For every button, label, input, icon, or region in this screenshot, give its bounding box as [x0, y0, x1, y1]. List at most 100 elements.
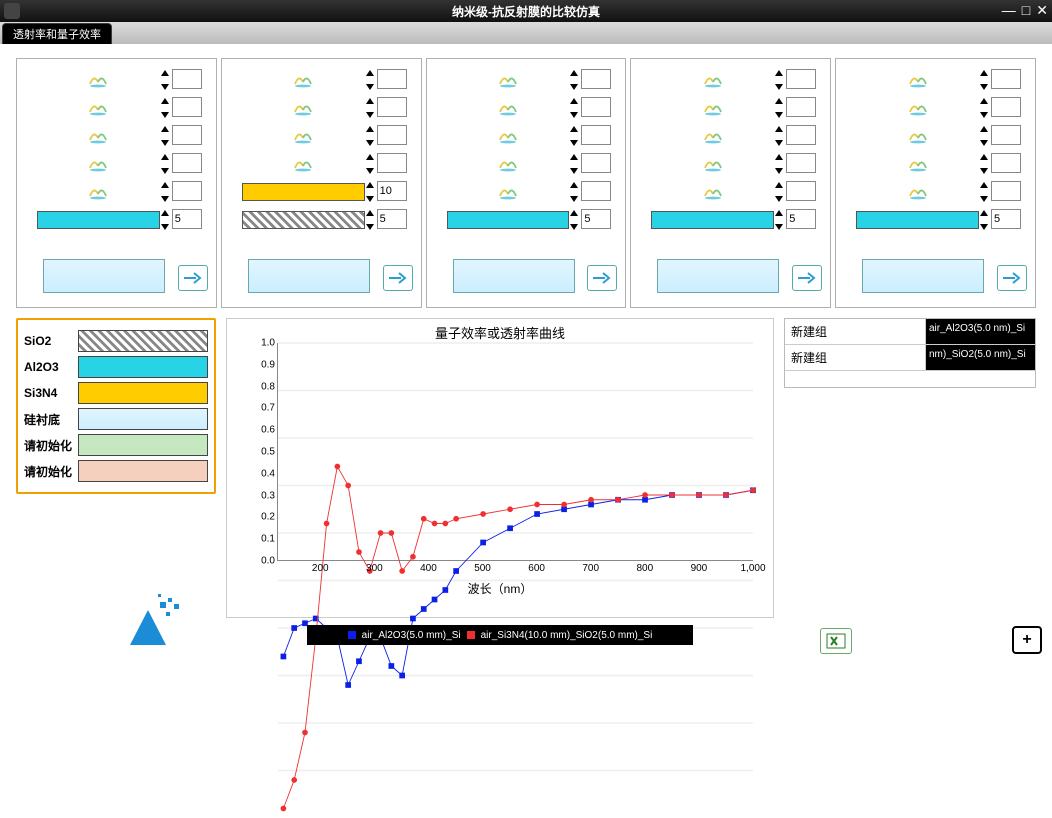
substrate[interactable] [453, 259, 575, 293]
layer-slot[interactable] [447, 209, 570, 231]
thickness-input[interactable] [991, 209, 1021, 229]
spin-arrows[interactable] [160, 181, 170, 203]
spin-arrows[interactable] [365, 153, 375, 175]
swatch-si3n4[interactable] [78, 382, 208, 404]
thickness-input[interactable] [581, 97, 611, 117]
spin-arrows[interactable] [365, 69, 375, 91]
layer-slot[interactable] [651, 209, 774, 231]
spin-arrows[interactable] [569, 69, 579, 91]
spin-arrows[interactable] [569, 125, 579, 147]
layer-slot[interactable] [242, 209, 365, 231]
spin-arrows[interactable] [569, 209, 579, 231]
spin-arrows[interactable] [160, 153, 170, 175]
spin-arrows[interactable] [979, 125, 989, 147]
thickness-input[interactable] [786, 153, 816, 173]
thickness-input[interactable] [581, 69, 611, 89]
run-button[interactable] [178, 265, 208, 291]
thickness-input[interactable] [172, 125, 202, 145]
group-row[interactable]: 新建组nm)_SiO2(5.0 nm)_Si [785, 345, 1035, 371]
layer-slot[interactable] [37, 69, 160, 91]
thickness-input[interactable] [991, 97, 1021, 117]
spin-arrows[interactable] [774, 153, 784, 175]
maximize-button[interactable]: □ [1022, 2, 1030, 19]
layer-bar-al2o3[interactable] [447, 211, 570, 229]
thickness-input[interactable] [377, 97, 407, 117]
thickness-input[interactable] [172, 181, 202, 201]
tab-transmittance-qe[interactable]: 透射率和量子效率 [2, 23, 112, 44]
thickness-input[interactable] [377, 181, 407, 201]
thickness-input[interactable] [377, 69, 407, 89]
thickness-input[interactable] [172, 69, 202, 89]
group-row[interactable]: 新建组air_Al2O3(5.0 nm)_Si [785, 319, 1035, 345]
add-button[interactable]: + [1012, 626, 1042, 654]
substrate[interactable] [43, 259, 165, 293]
layer-slot[interactable] [447, 97, 570, 119]
layer-slot[interactable] [447, 181, 570, 203]
swatch-init1[interactable] [78, 434, 208, 456]
spin-arrows[interactable] [979, 181, 989, 203]
spin-arrows[interactable] [774, 181, 784, 203]
chart-panel[interactable]: 量子效率或透射率曲线 0.00.10.20.30.40.50.60.70.80.… [226, 318, 774, 618]
spin-arrows[interactable] [160, 125, 170, 147]
spin-arrows[interactable] [979, 153, 989, 175]
spin-arrows[interactable] [979, 97, 989, 119]
run-button[interactable] [587, 265, 617, 291]
swatch-al2o3[interactable] [78, 356, 208, 378]
spin-arrows[interactable] [774, 69, 784, 91]
substrate[interactable] [657, 259, 779, 293]
thickness-input[interactable] [786, 209, 816, 229]
thickness-input[interactable] [377, 125, 407, 145]
thickness-input[interactable] [581, 153, 611, 173]
run-button[interactable] [792, 265, 822, 291]
layer-slot[interactable] [447, 69, 570, 91]
layer-slot[interactable] [856, 125, 979, 147]
minimize-button[interactable]: — [1002, 2, 1016, 19]
thickness-input[interactable] [991, 69, 1021, 89]
spin-arrows[interactable] [365, 209, 375, 231]
thickness-input[interactable] [991, 181, 1021, 201]
layer-slot[interactable] [242, 125, 365, 147]
layer-slot[interactable] [856, 97, 979, 119]
thickness-input[interactable] [377, 153, 407, 173]
swatch-sio2[interactable] [78, 330, 208, 352]
thickness-input[interactable] [377, 209, 407, 229]
layer-slot[interactable] [37, 153, 160, 175]
layer-slot[interactable] [856, 209, 979, 231]
spin-arrows[interactable] [979, 209, 989, 231]
spin-arrows[interactable] [569, 97, 579, 119]
run-button[interactable] [383, 265, 413, 291]
spin-arrows[interactable] [979, 69, 989, 91]
thickness-input[interactable] [172, 209, 202, 229]
layer-slot[interactable] [37, 97, 160, 119]
layer-bar-al2o3[interactable] [37, 211, 160, 229]
swatch-init2[interactable] [78, 460, 208, 482]
spin-arrows[interactable] [160, 97, 170, 119]
layer-slot[interactable] [651, 69, 774, 91]
spin-arrows[interactable] [569, 153, 579, 175]
spin-arrows[interactable] [774, 209, 784, 231]
spin-arrows[interactable] [365, 97, 375, 119]
layer-slot[interactable] [856, 181, 979, 203]
layer-slot[interactable] [37, 209, 160, 231]
thickness-input[interactable] [786, 125, 816, 145]
layer-bar-al2o3[interactable] [651, 211, 774, 229]
close-button[interactable]: ✕ [1036, 2, 1048, 19]
layer-slot[interactable] [856, 69, 979, 91]
spin-arrows[interactable] [774, 97, 784, 119]
substrate[interactable] [862, 259, 984, 293]
run-button[interactable] [997, 265, 1027, 291]
spin-arrows[interactable] [160, 69, 170, 91]
layer-bar-al2o3[interactable] [856, 211, 979, 229]
layer-slot[interactable] [651, 97, 774, 119]
swatch-substrate[interactable] [78, 408, 208, 430]
thickness-input[interactable] [172, 153, 202, 173]
layer-slot[interactable] [242, 69, 365, 91]
thickness-input[interactable] [786, 97, 816, 117]
spin-arrows[interactable] [774, 125, 784, 147]
layer-slot[interactable] [447, 153, 570, 175]
layer-slot[interactable] [242, 97, 365, 119]
thickness-input[interactable] [581, 125, 611, 145]
layer-bar-si3n4[interactable] [242, 183, 365, 201]
spin-arrows[interactable] [160, 209, 170, 231]
layer-slot[interactable] [447, 125, 570, 147]
